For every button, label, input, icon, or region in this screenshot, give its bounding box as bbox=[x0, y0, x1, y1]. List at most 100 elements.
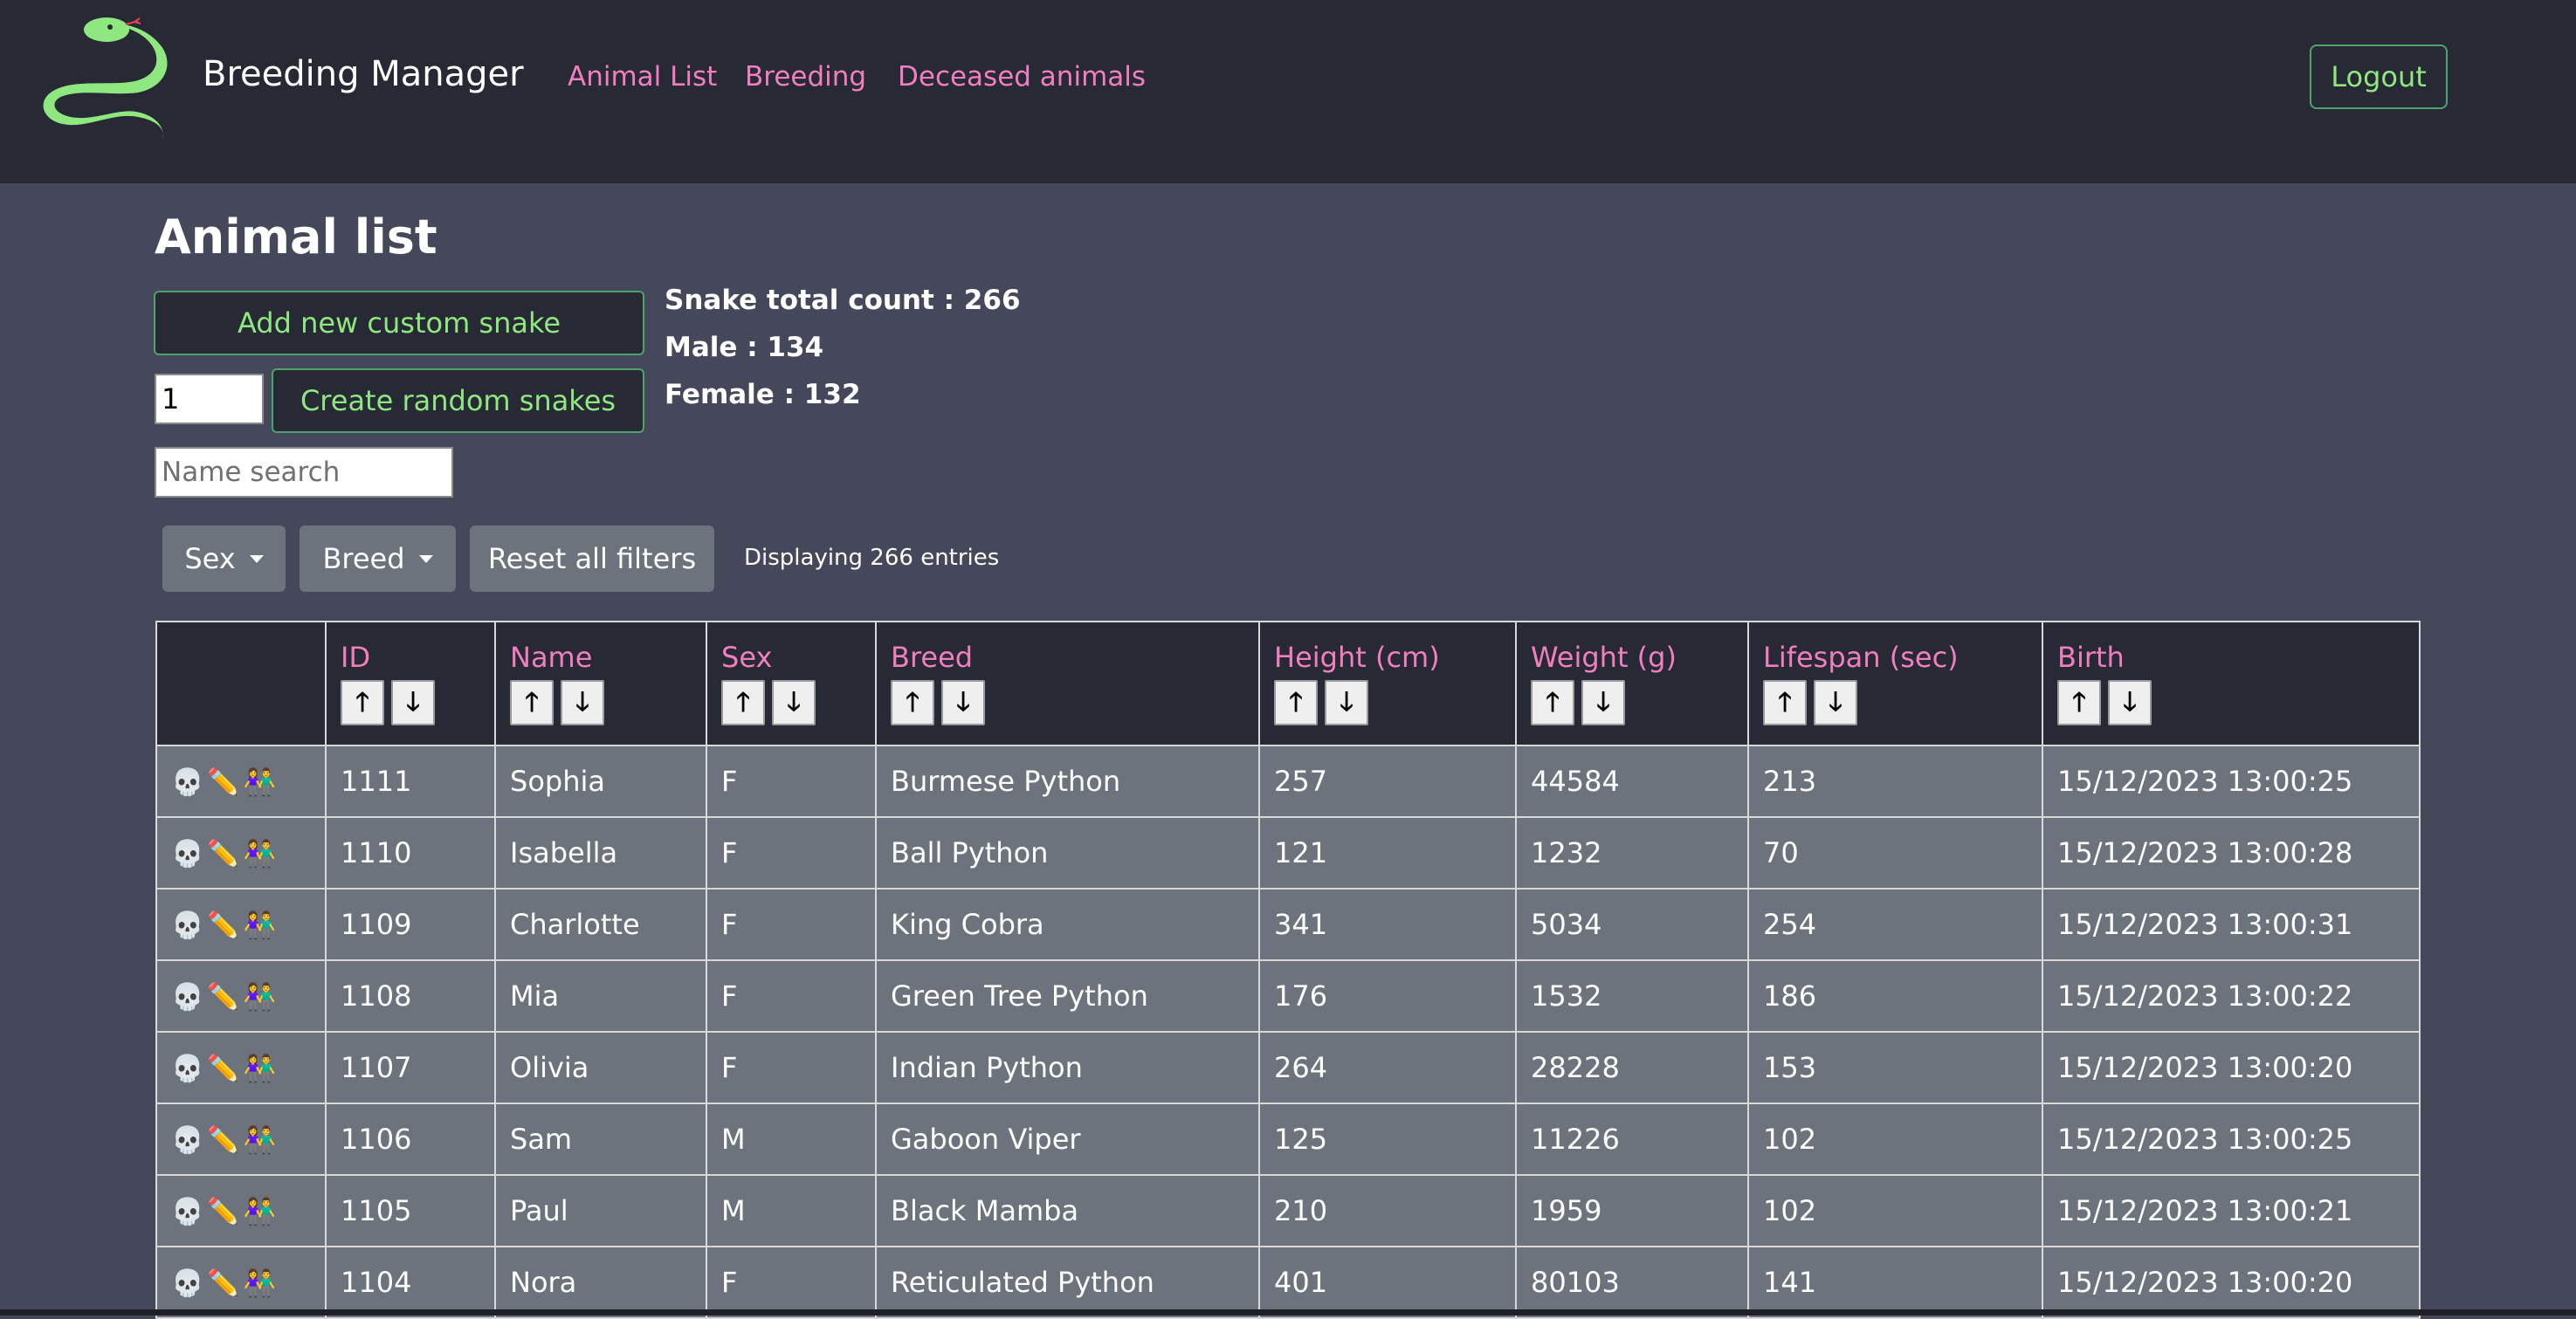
sort-ascending-id-button[interactable]: 🡑 bbox=[341, 680, 384, 725]
sort-descending-height-button[interactable]: 🡓 bbox=[1325, 680, 1368, 725]
cell-id: 1105 bbox=[325, 1174, 496, 1247]
cell-id: 1104 bbox=[325, 1246, 496, 1319]
cell-breed: Burmese Python bbox=[875, 745, 1260, 818]
skull-icon[interactable]: 💀 bbox=[171, 839, 203, 869]
row-actions: 💀 ✏️ 👫 bbox=[155, 1174, 327, 1247]
sort-descending-birth-button[interactable]: 🡓 bbox=[2108, 680, 2152, 725]
cell-sex: F bbox=[706, 959, 877, 1033]
sort-ascending-name-button[interactable]: 🡑 bbox=[510, 680, 554, 725]
name-search-input[interactable] bbox=[155, 447, 453, 498]
cell-height: 257 bbox=[1258, 745, 1517, 818]
cell-weight: 5034 bbox=[1515, 888, 1749, 961]
cell-birth: 15/12/2023 13:00:20 bbox=[2042, 1246, 2421, 1319]
column-label-sex: Sex bbox=[721, 641, 773, 674]
cell-id: 1108 bbox=[325, 959, 496, 1033]
caret-down-icon bbox=[418, 554, 433, 563]
cell-name: Charlotte bbox=[494, 888, 707, 961]
animal-table: ID 🡑 🡓 Name 🡑 🡓 Sex 🡑 🡓 Breed 🡑 🡓 Height (cm) 🡑 🡓 Weigh… bbox=[155, 621, 2421, 1319]
create-random-snakes-button[interactable]: Create random snakes bbox=[272, 368, 644, 433]
table-row: 💀 ✏️ 👫 1105 Paul M Black Mamba 210 1959 102 15/12/… bbox=[155, 1174, 2421, 1247]
cell-height: 341 bbox=[1258, 888, 1517, 961]
nav-deceased-animals[interactable]: Deceased animals bbox=[898, 61, 1146, 93]
couple-icon[interactable]: 👫 bbox=[244, 1125, 276, 1156]
cell-breed: Reticulated Python bbox=[875, 1246, 1260, 1319]
couple-icon[interactable]: 👫 bbox=[244, 1197, 276, 1227]
column-header-height: Height (cm) 🡑 🡓 bbox=[1258, 621, 1517, 746]
sort-descending-id-button[interactable]: 🡓 bbox=[391, 680, 435, 725]
sort-ascending-breed-button[interactable]: 🡑 bbox=[891, 680, 934, 725]
couple-icon[interactable]: 👫 bbox=[244, 1268, 276, 1299]
nav-breeding[interactable]: Breeding bbox=[745, 61, 866, 93]
brand-title[interactable]: Breeding Manager bbox=[203, 54, 524, 94]
sex-filter-dropdown[interactable]: Sex bbox=[162, 526, 286, 592]
sort-ascending-birth-button[interactable]: 🡑 bbox=[2057, 680, 2101, 725]
sort-descending-name-button[interactable]: 🡓 bbox=[561, 680, 604, 725]
cell-weight: 80103 bbox=[1515, 1246, 1749, 1319]
sort-descending-weight-button[interactable]: 🡓 bbox=[1581, 680, 1625, 725]
cell-weight: 1532 bbox=[1515, 959, 1749, 1033]
column-header-birth: Birth 🡑 🡓 bbox=[2042, 621, 2421, 746]
cell-birth: 15/12/2023 13:00:20 bbox=[2042, 1031, 2421, 1104]
female-count-stat: Female : 132 bbox=[665, 379, 861, 410]
breed-filter-dropdown[interactable]: Breed bbox=[300, 526, 456, 592]
table-row: 💀 ✏️ 👫 1110 Isabella F Ball Python 121 1232 70 15/… bbox=[155, 816, 2421, 890]
sort-ascending-height-button[interactable]: 🡑 bbox=[1274, 680, 1318, 725]
skull-icon[interactable]: 💀 bbox=[171, 1054, 203, 1084]
pencil-icon[interactable]: ✏️ bbox=[207, 1125, 239, 1156]
sort-descending-sex-button[interactable]: 🡓 bbox=[772, 680, 816, 725]
cell-sex: M bbox=[706, 1174, 877, 1247]
column-label-height: Height (cm) bbox=[1274, 641, 1440, 674]
couple-icon[interactable]: 👫 bbox=[244, 982, 276, 1013]
cell-lifespan: 213 bbox=[1747, 745, 2043, 818]
cell-birth: 15/12/2023 13:00:25 bbox=[2042, 1103, 2421, 1176]
pencil-icon[interactable]: ✏️ bbox=[207, 910, 239, 941]
pencil-icon[interactable]: ✏️ bbox=[207, 1268, 239, 1299]
breed-filter-label: Breed bbox=[322, 542, 405, 575]
row-actions: 💀 ✏️ 👫 bbox=[155, 1246, 327, 1319]
sort-ascending-sex-button[interactable]: 🡑 bbox=[721, 680, 765, 725]
pencil-icon[interactable]: ✏️ bbox=[207, 1197, 239, 1227]
pencil-icon[interactable]: ✏️ bbox=[207, 767, 239, 798]
skull-icon[interactable]: 💀 bbox=[171, 982, 203, 1013]
sort-descending-lifespan-button[interactable]: 🡓 bbox=[1814, 680, 1857, 725]
cell-id: 1111 bbox=[325, 745, 496, 818]
couple-icon[interactable]: 👫 bbox=[244, 839, 276, 869]
couple-icon[interactable]: 👫 bbox=[244, 767, 276, 798]
snake-logo-icon[interactable] bbox=[35, 17, 179, 145]
top-navbar: Breeding Manager Animal List Breeding De… bbox=[0, 0, 2576, 183]
table-body: 💀 ✏️ 👫 1111 Sophia F Burmese Python 257 44584 213… bbox=[155, 745, 2421, 1319]
cell-name: Olivia bbox=[494, 1031, 707, 1104]
cell-id: 1109 bbox=[325, 888, 496, 961]
cell-weight: 1232 bbox=[1515, 816, 1749, 890]
skull-icon[interactable]: 💀 bbox=[171, 1197, 203, 1227]
cell-name: Sophia bbox=[494, 745, 707, 818]
row-actions: 💀 ✏️ 👫 bbox=[155, 1031, 327, 1104]
skull-icon[interactable]: 💀 bbox=[171, 1125, 203, 1156]
pencil-icon[interactable]: ✏️ bbox=[207, 839, 239, 869]
cell-birth: 15/12/2023 13:00:22 bbox=[2042, 959, 2421, 1033]
column-header-name: Name 🡑 🡓 bbox=[494, 621, 707, 746]
random-count-input[interactable] bbox=[155, 374, 264, 424]
logout-button[interactable]: Logout bbox=[2310, 45, 2448, 109]
couple-icon[interactable]: 👫 bbox=[244, 910, 276, 941]
cell-height: 176 bbox=[1258, 959, 1517, 1033]
sort-ascending-lifespan-button[interactable]: 🡑 bbox=[1763, 680, 1807, 725]
nav-animal-list[interactable]: Animal List bbox=[568, 61, 717, 93]
skull-icon[interactable]: 💀 bbox=[171, 910, 203, 941]
table-row: 💀 ✏️ 👫 1107 Olivia F Indian Python 264 28228 153 1… bbox=[155, 1031, 2421, 1104]
cell-sex: F bbox=[706, 888, 877, 961]
skull-icon[interactable]: 💀 bbox=[171, 1268, 203, 1299]
couple-icon[interactable]: 👫 bbox=[244, 1054, 276, 1084]
add-custom-snake-button[interactable]: Add new custom snake bbox=[154, 291, 644, 355]
reset-filters-button[interactable]: Reset all filters bbox=[470, 526, 714, 592]
cell-id: 1107 bbox=[325, 1031, 496, 1104]
row-actions: 💀 ✏️ 👫 bbox=[155, 888, 327, 961]
cell-height: 210 bbox=[1258, 1174, 1517, 1247]
sort-ascending-weight-button[interactable]: 🡑 bbox=[1531, 680, 1574, 725]
pencil-icon[interactable]: ✏️ bbox=[207, 1054, 239, 1084]
actions-column-header bbox=[155, 621, 327, 746]
table-row: 💀 ✏️ 👫 1111 Sophia F Burmese Python 257 44584 213… bbox=[155, 745, 2421, 818]
pencil-icon[interactable]: ✏️ bbox=[207, 982, 239, 1013]
skull-icon[interactable]: 💀 bbox=[171, 767, 203, 798]
sort-descending-breed-button[interactable]: 🡓 bbox=[941, 680, 985, 725]
